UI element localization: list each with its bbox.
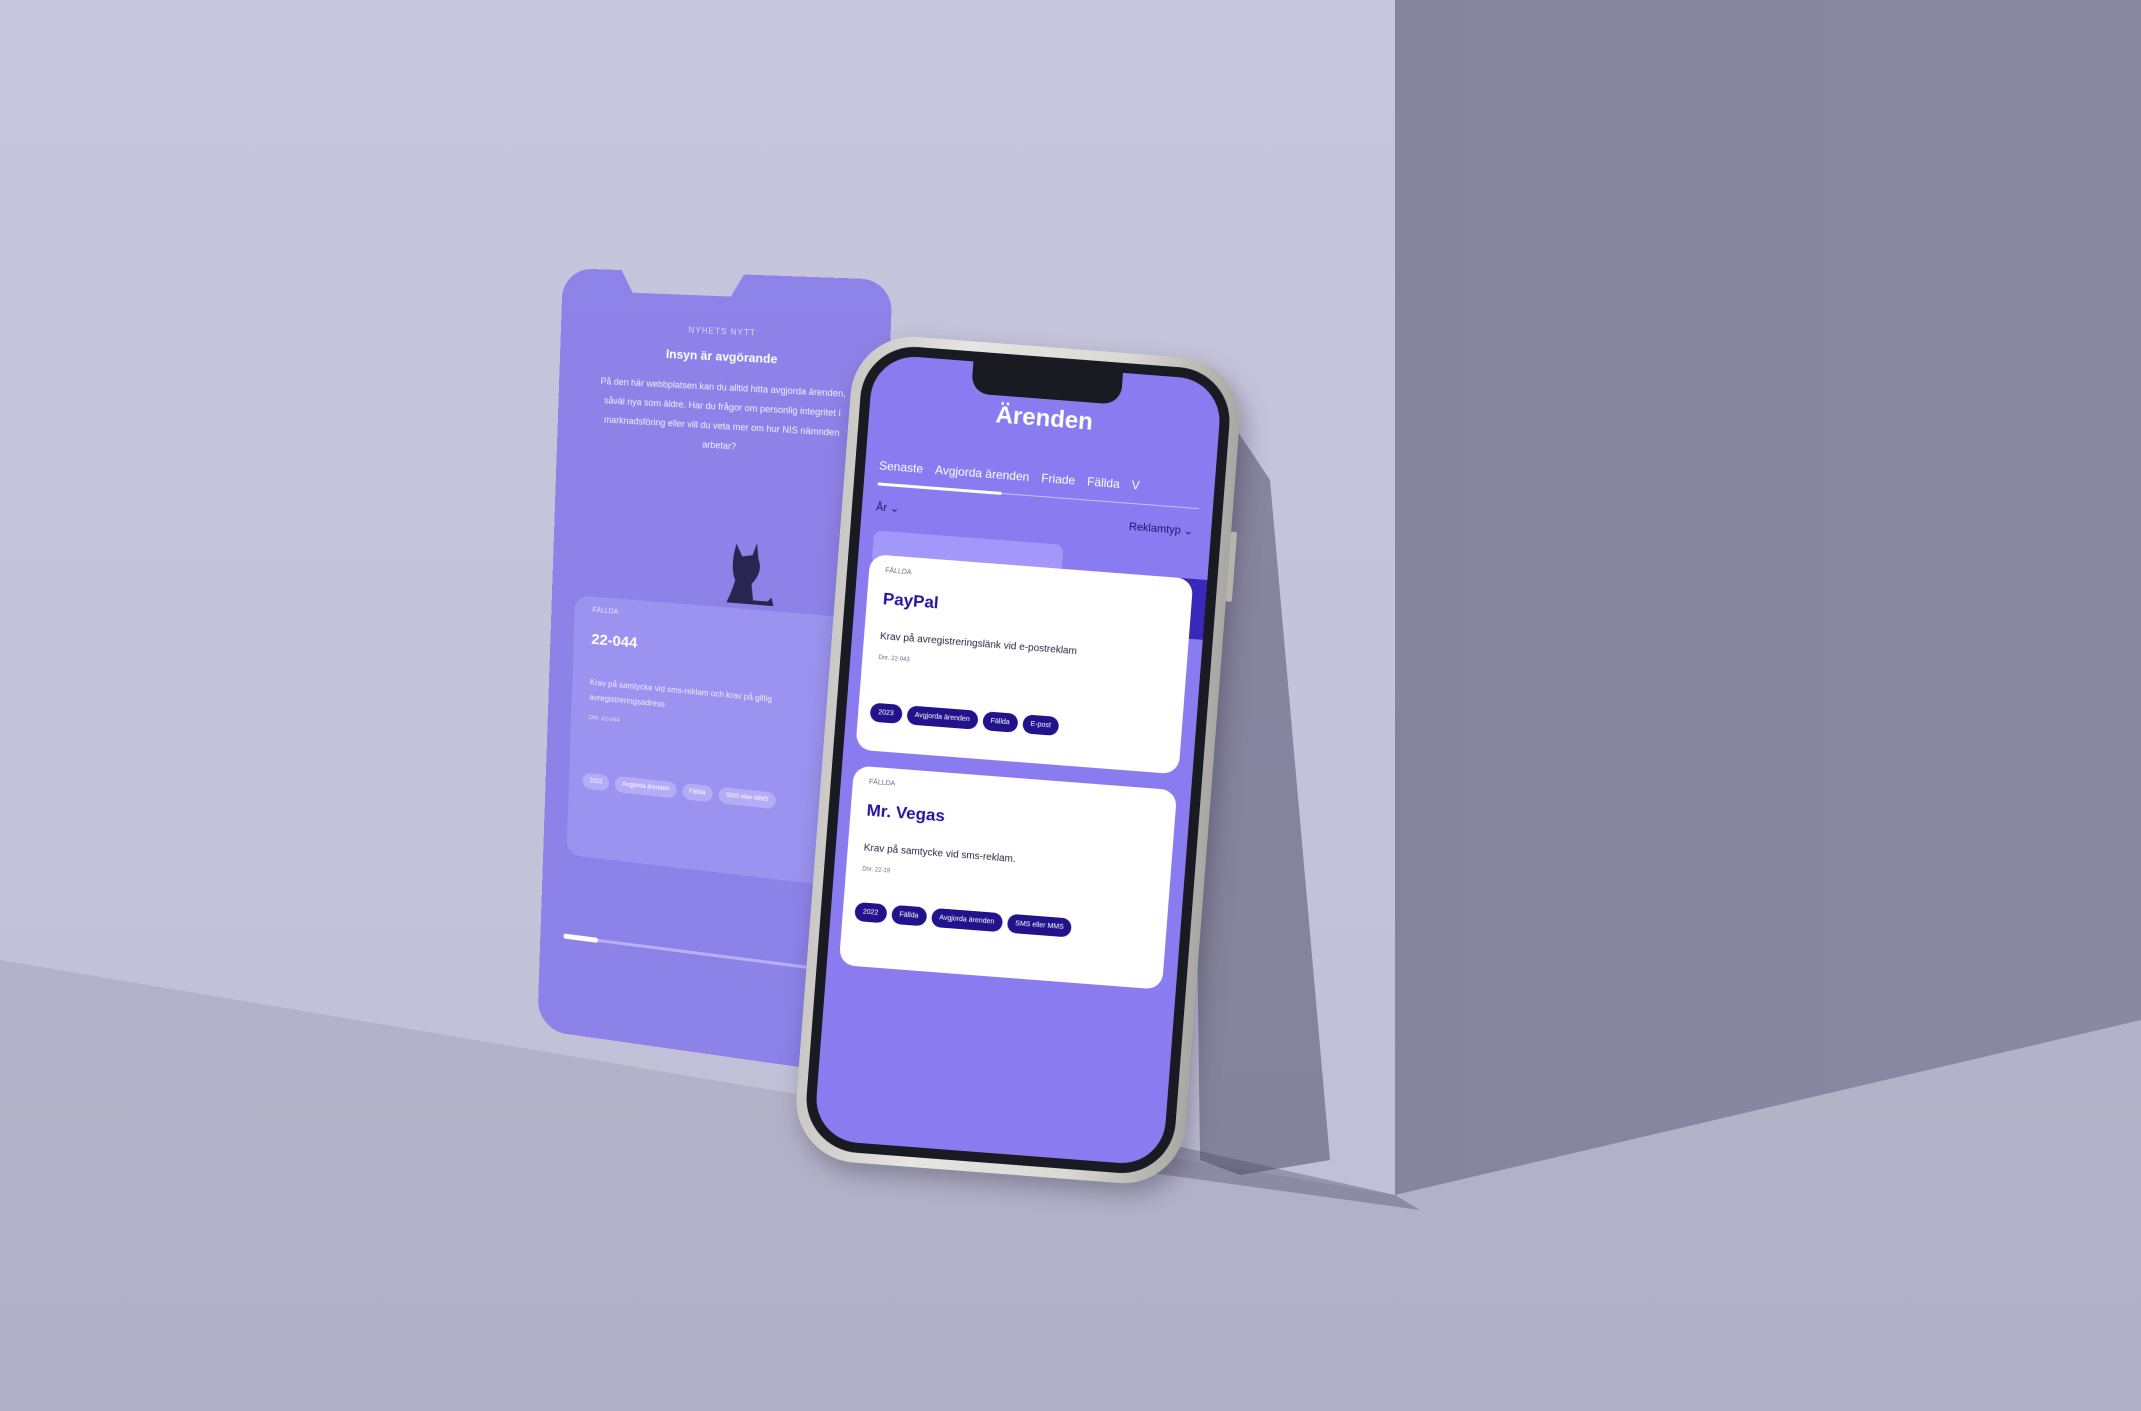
- case-label: FÄLLDA: [885, 567, 912, 576]
- tab-avgjorda[interactable]: Avgjorda ärenden: [935, 463, 1030, 484]
- floating-body-text: På den här webbplatsen kan du alltid hit…: [596, 372, 849, 463]
- chevron-down-icon: ⌄: [1183, 525, 1193, 538]
- filter-row: År ⌄ Reklamtyp ⌄: [876, 500, 1194, 537]
- floating-tag: Avgjorda ärenden: [615, 776, 676, 799]
- tag-chip[interactable]: Fällda: [982, 711, 1018, 733]
- floating-kicker: NYHETS NYTT: [561, 320, 891, 344]
- tag-chip[interactable]: 2022: [854, 902, 887, 923]
- floating-progress-bar: [564, 934, 837, 972]
- floating-heading: Insyn är avgörande: [560, 342, 890, 372]
- active-tab-indicator: [878, 482, 1002, 495]
- tag-chip[interactable]: 2023: [870, 703, 903, 724]
- floating-card-number: 22-044: [591, 631, 638, 652]
- floating-card-description: Krav på samtycke vid sms-reklam och krav…: [589, 675, 842, 729]
- phone-screen: Ärenden Senaste Avgjorda ärenden Friade …: [813, 354, 1222, 1167]
- case-dnr: Dnr. 22-043: [878, 655, 910, 663]
- type-filter[interactable]: Reklamtyp ⌄: [1129, 520, 1194, 538]
- tag-chip[interactable]: Fällda: [891, 905, 927, 927]
- case-tags: 2022 Fällda Avgjorda ärenden SMS eller M…: [854, 902, 1157, 944]
- floating-tag: Fällda: [682, 783, 713, 803]
- tab-friade[interactable]: Friade: [1041, 471, 1076, 488]
- tag-chip[interactable]: Avgjorda ärenden: [906, 705, 978, 729]
- year-filter-label: År: [876, 501, 888, 514]
- floating-tag: SMS eller MMS: [718, 787, 775, 809]
- tag-chip[interactable]: E-post: [1022, 714, 1060, 736]
- page-title: Ärenden: [869, 392, 1220, 447]
- case-name: PayPal: [882, 589, 939, 613]
- case-tags: 2023 Avgjorda ärenden Fällda E-post: [870, 703, 1173, 745]
- case-description: Krav på avregistreringslänk vid e-postre…: [880, 631, 1176, 665]
- case-description: Krav på samtycke vid sms-reklam.: [863, 842, 1159, 876]
- case-card[interactable]: FÄLLDA Mr. Vegas Krav på samtycke vid sm…: [839, 765, 1177, 989]
- tag-chip[interactable]: Avgjorda ärenden: [931, 908, 1003, 932]
- floating-tag: 2022: [582, 772, 609, 791]
- tab-fallda[interactable]: Fällda: [1087, 475, 1121, 491]
- tag-chip[interactable]: SMS eller MMS: [1007, 914, 1073, 938]
- case-label: FÄLLDA: [869, 779, 896, 788]
- year-filter[interactable]: År ⌄: [876, 500, 900, 515]
- phone-device: Ärenden Senaste Avgjorda ärenden Friade …: [792, 332, 1244, 1187]
- floating-card-dnr: Dnr. 22-044: [589, 715, 620, 724]
- tab-track: [1001, 493, 1198, 509]
- type-filter-label: Reklamtyp: [1129, 521, 1182, 537]
- floating-card-tags: 2022 Avgjorda ärenden Fällda SMS eller M…: [582, 772, 838, 816]
- case-dnr: Dnr. 22-19: [862, 866, 890, 874]
- case-card[interactable]: FÄLLDA PayPal Krav på avregistreringslän…: [855, 554, 1193, 774]
- tab-bar: Senaste Avgjorda ärenden Friade Fällda V: [879, 459, 1215, 499]
- floating-card-label: FÄLLDA: [592, 607, 618, 616]
- floating-progress-fill: [564, 934, 598, 943]
- cat-illustration-icon: [720, 535, 778, 611]
- chevron-down-icon: ⌄: [890, 502, 900, 515]
- tab-senaste[interactable]: Senaste: [879, 459, 924, 476]
- mockup-scene: NYHETS NYTT Insyn är avgörande På den hä…: [0, 0, 2141, 1411]
- tab-more[interactable]: V: [1131, 478, 1140, 493]
- case-name: Mr. Vegas: [866, 801, 946, 827]
